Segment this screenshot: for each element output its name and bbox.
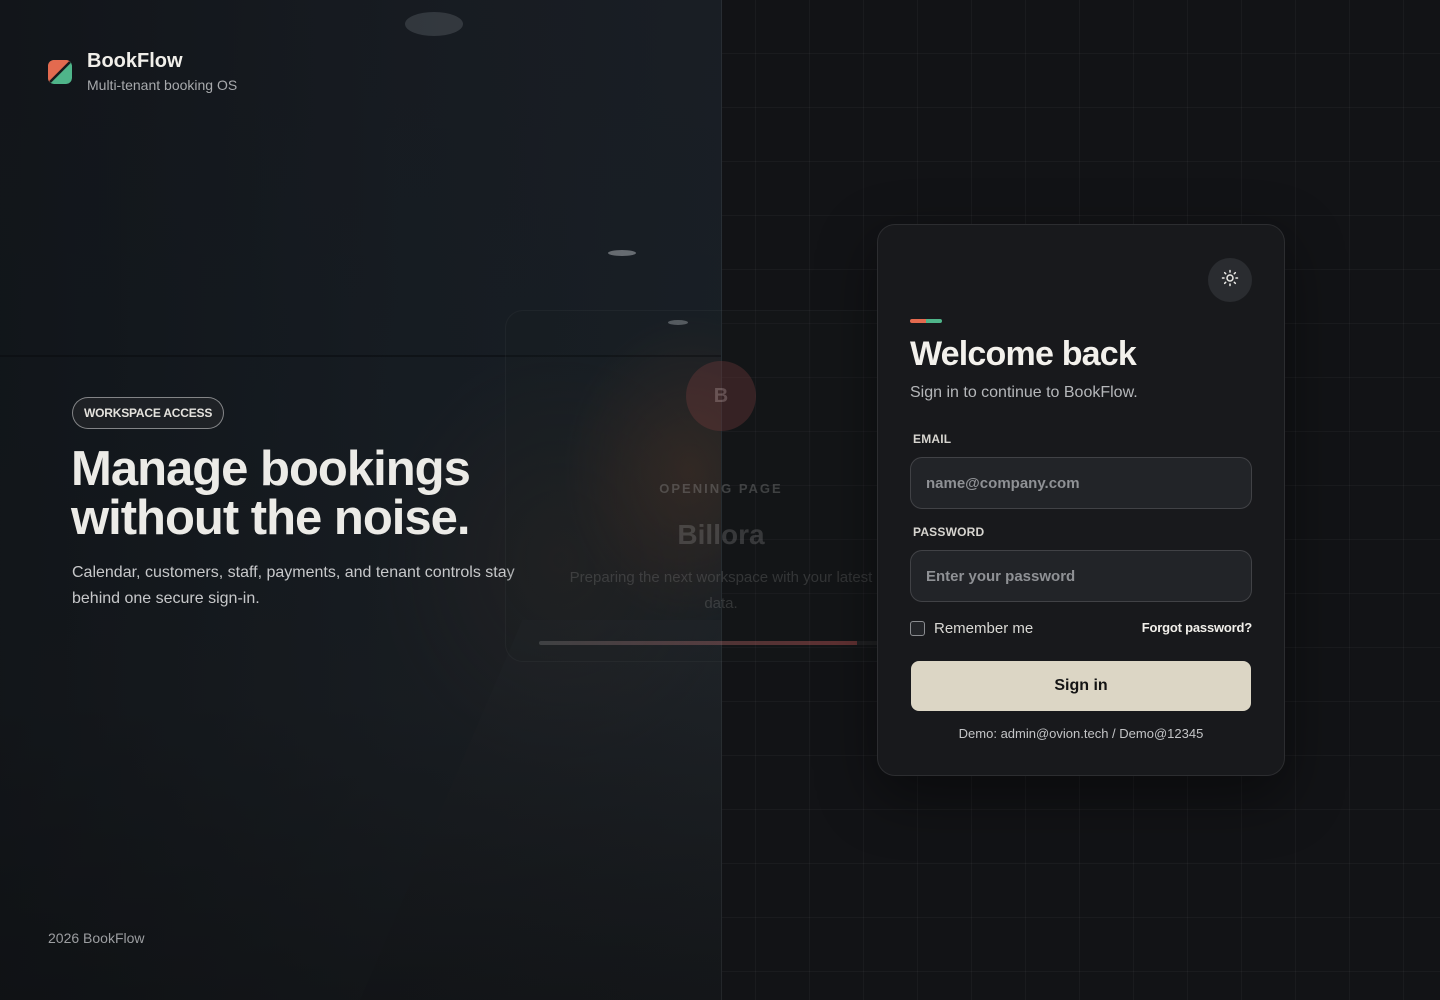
opening-progress-fill (539, 641, 857, 645)
remember-me-toggle[interactable]: Remember me (910, 620, 1033, 637)
footer-copyright: 2026 BookFlow (48, 930, 145, 946)
password-field[interactable] (910, 550, 1252, 602)
hero-title-line-2: without the noise. (71, 491, 470, 545)
opening-kicker: OPENING PAGE (659, 481, 783, 496)
email-field[interactable] (910, 457, 1252, 509)
brand-tagline: Multi-tenant booking OS (87, 77, 238, 93)
remember-me-checkbox[interactable] (910, 621, 925, 636)
password-label: PASSWORD (913, 525, 985, 539)
bookflow-logo-icon (48, 60, 72, 84)
opening-status-text: Preparing the next workspace with your l… (569, 569, 873, 612)
login-subtitle: Sign in to continue to BookFlow. (910, 384, 1138, 401)
opening-progress-bar (539, 641, 904, 645)
opening-workspace-title: Billora (677, 519, 765, 550)
remember-me-label: Remember me (934, 620, 1034, 637)
login-title: Welcome back (910, 335, 1137, 373)
opening-workspace-avatar: B (686, 361, 756, 431)
brand-name: BookFlow (87, 50, 183, 72)
sun-icon (1221, 269, 1239, 292)
opening-page-overlay: B OPENING PAGE Billora Preparing the nex… (505, 310, 937, 662)
brand-header: BookFlow Multi-tenant booking OS (48, 49, 237, 93)
email-label: EMAIL (913, 432, 952, 446)
accent-bar (910, 319, 942, 323)
workspace-access-badge: WORKSPACE ACCESS (72, 397, 225, 429)
hero-title-line-1: Manage bookings (71, 442, 471, 496)
theme-toggle-button[interactable] (1208, 258, 1252, 302)
hero-subtitle: Calendar, customers, staff, payments, an… (72, 564, 515, 607)
sign-in-button[interactable]: Sign in (911, 661, 1251, 711)
demo-credentials: Demo: admin@ovion.tech / Demo@12345 (958, 726, 1204, 741)
hero-title: Manage bookings without the noise. (71, 442, 471, 545)
login-card: Welcome back Sign in to continue to Book… (877, 224, 1285, 776)
forgot-password-link[interactable]: Forgot password? (1142, 620, 1252, 635)
